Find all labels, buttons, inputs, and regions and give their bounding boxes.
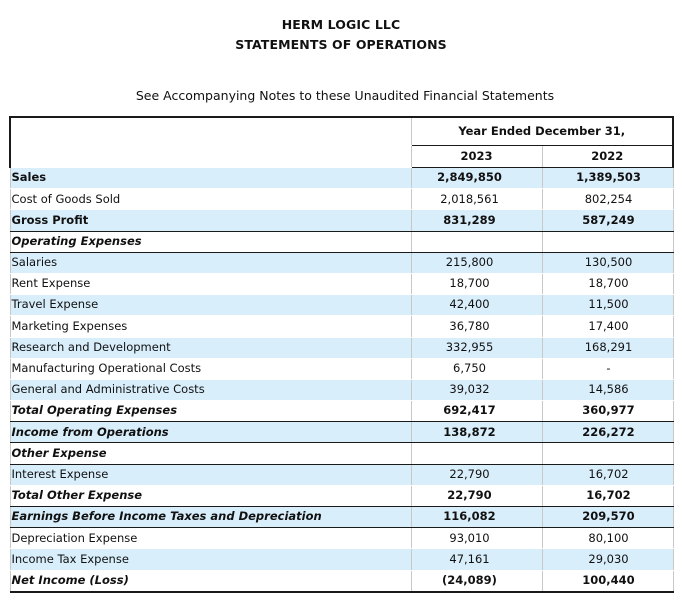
year-header-row: 2023 2022	[9, 145, 674, 168]
value-2023: (24,089)	[410, 569, 543, 593]
table-row: Other Expense	[9, 442, 674, 465]
header-blank-cell	[9, 145, 412, 168]
row-label: Income Tax Expense	[9, 548, 412, 571]
value-2022: 29,030	[541, 548, 674, 571]
row-label: Total Operating Expenses	[9, 400, 412, 423]
value-2022: 11,500	[541, 294, 674, 317]
period-header: Year Ended December 31,	[410, 116, 674, 146]
value-2022: 168,291	[541, 337, 674, 359]
value-2023: 692,417	[410, 400, 543, 423]
value-2023: 2,018,561	[410, 188, 543, 211]
row-label: Manufacturing Operational Costs	[9, 358, 412, 380]
row-label: Cost of Goods Sold	[9, 188, 412, 211]
value-2023: 22,790	[410, 464, 543, 486]
value-2022: 18,700	[541, 273, 674, 296]
table-row: General and Administrative Costs 39,032 14…	[9, 379, 674, 402]
header-blank-cell	[9, 116, 412, 146]
value-2022: 360,977	[541, 400, 674, 423]
value-2023: 332,955	[410, 337, 543, 359]
value-2022: 100,440	[541, 569, 674, 593]
table-row: Manufacturing Operational Costs 6,750-	[9, 358, 674, 380]
table-row: Total Other Expense 22,790 16,702	[9, 484, 674, 508]
value-2023: 18,700	[410, 273, 543, 296]
table-row: Income Tax Expense 47,161 29,030	[9, 548, 674, 571]
row-label: Rent Expense	[9, 273, 412, 296]
table-row: Cost of Goods Sold 2,018,561 802,254	[9, 188, 674, 211]
row-label: General and Administrative Costs	[9, 379, 412, 402]
row-label: Sales	[9, 167, 412, 190]
value-2022	[541, 442, 674, 465]
table-row: Earnings Before Income Taxes and Depreci…	[9, 505, 674, 529]
row-label: Gross Profit	[9, 209, 412, 232]
value-2023: 831,289	[410, 209, 543, 232]
value-2023: 138,872	[410, 421, 543, 444]
value-2022: 14,586	[541, 379, 674, 402]
value-2022: 802,254	[541, 188, 674, 211]
row-label: Earnings Before Income Taxes and Depreci…	[9, 505, 412, 529]
value-2022: 17,400	[541, 315, 674, 338]
table-row: Operating Expenses	[9, 230, 674, 253]
table-row: Total Operating Expenses 692,417 360,977	[9, 400, 674, 423]
value-2022: 209,570	[541, 505, 674, 529]
value-2023	[410, 230, 543, 253]
table-row: Rent Expense 18,700 18,700	[9, 273, 674, 296]
row-label: Income from Operations	[9, 421, 412, 444]
table-body: Sales 2,849,850 1,389,503 Cost of Goods Sol…	[9, 167, 674, 593]
value-2022: 80,100	[541, 527, 674, 550]
row-label: Total Other Expense	[9, 484, 412, 508]
value-2023: 116,082	[410, 505, 543, 529]
value-2022: 1,389,503	[541, 167, 674, 190]
value-2023: 215,800	[410, 252, 543, 274]
value-2023: 22,790	[410, 484, 543, 508]
table-row: Travel Expense 42,400 11,500	[9, 294, 674, 317]
statements-of-operations-table: Year Ended December 31, 2023 2022 Sales 2…	[9, 116, 674, 593]
value-2023: 36,780	[410, 315, 543, 338]
table-row: Gross Profit 831,289 587,249	[9, 209, 674, 232]
year-header-2023: 2023	[410, 145, 543, 168]
row-label: Operating Expenses	[9, 230, 412, 253]
value-2023: 6,750	[410, 358, 543, 380]
table-row: Sales 2,849,850 1,389,503	[9, 167, 674, 190]
table-row: Depreciation Expense 93,010 80,100	[9, 527, 674, 550]
value-2023: 42,400	[410, 294, 543, 317]
statement-title: STATEMENTS OF OPERATIONS	[235, 37, 447, 52]
value-2023: 47,161	[410, 548, 543, 571]
table-row: Net Income (Loss) (24,089) 100,440	[9, 569, 674, 593]
table-row: Research and Development 332,955 168,291	[9, 337, 674, 359]
value-2023: 2,849,850	[410, 167, 543, 190]
value-2022: 587,249	[541, 209, 674, 232]
year-header-2022: 2022	[541, 145, 674, 168]
value-2023: 93,010	[410, 527, 543, 550]
value-2022: 130,500	[541, 252, 674, 274]
value-2023	[410, 442, 543, 465]
value-2022: -	[541, 358, 674, 380]
row-label: Interest Expense	[9, 464, 412, 486]
table-row: Interest Expense 22,790 16,702	[9, 464, 674, 486]
table-row: Marketing Expenses 36,780 17,400	[9, 315, 674, 338]
row-label: Travel Expense	[9, 294, 412, 317]
notes-disclaimer: See Accompanying Notes to these Unaudite…	[135, 88, 555, 103]
company-name: HERM LOGIC LLC	[281, 17, 401, 32]
value-2023: 39,032	[410, 379, 543, 402]
value-2022	[541, 230, 674, 253]
row-label: Salaries	[9, 252, 412, 274]
value-2022: 16,702	[541, 484, 674, 508]
row-label: Net Income (Loss)	[9, 569, 412, 593]
value-2022: 226,272	[541, 421, 674, 444]
row-label: Depreciation Expense	[9, 527, 412, 550]
row-label: Research and Development	[9, 337, 412, 359]
table-header-row: Year Ended December 31,	[9, 116, 674, 146]
row-label: Other Expense	[9, 442, 412, 465]
row-label: Marketing Expenses	[9, 315, 412, 338]
value-2022: 16,702	[541, 464, 674, 486]
table-row: Salaries 215,800 130,500	[9, 252, 674, 274]
table-row: Income from Operations 138,872 226,272	[9, 421, 674, 444]
